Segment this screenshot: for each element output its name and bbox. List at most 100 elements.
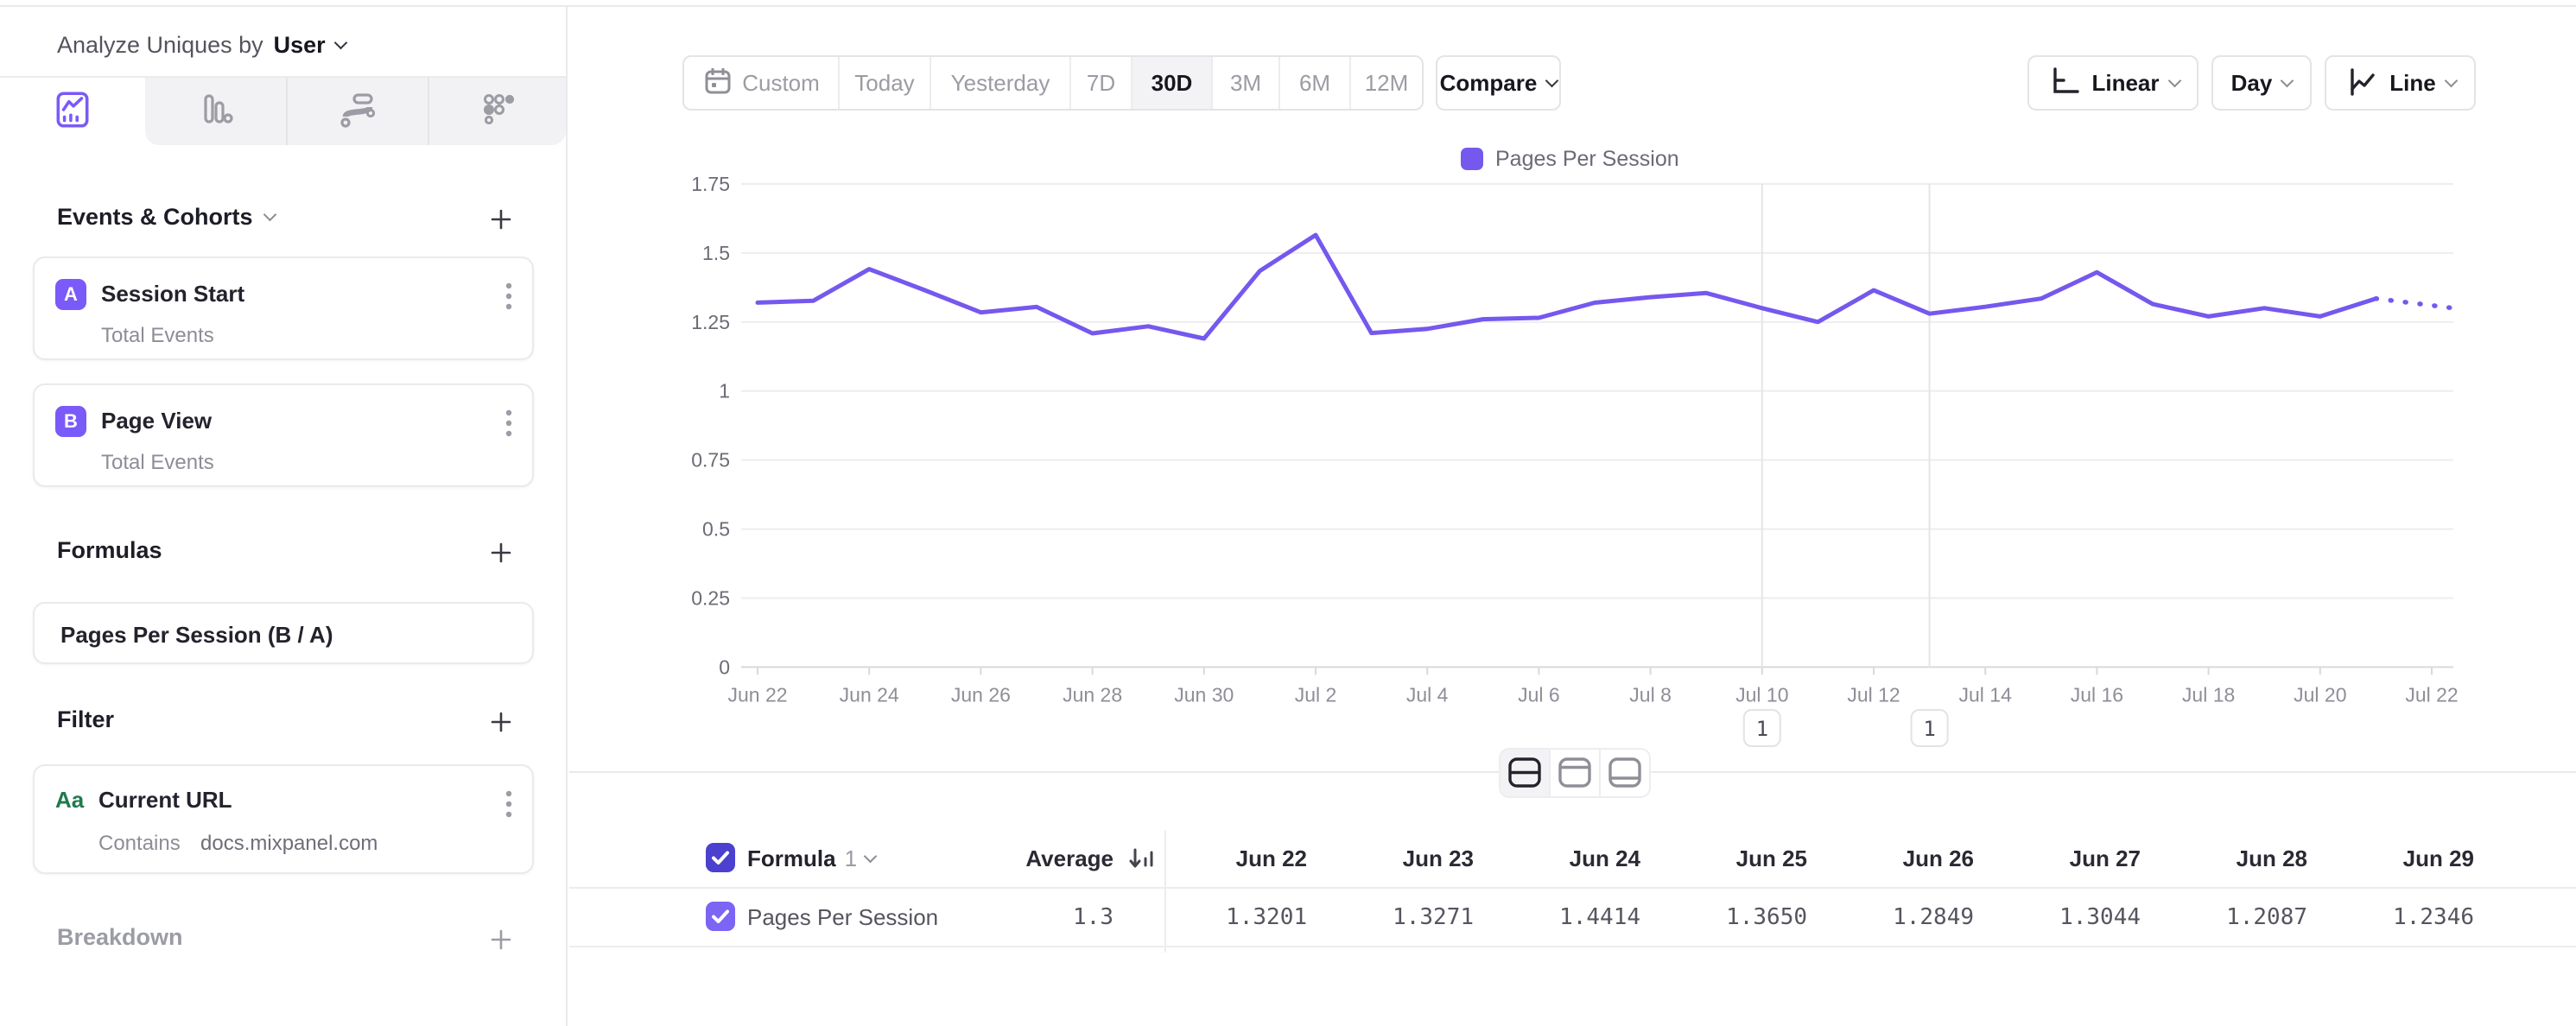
date-range-12m[interactable]: 12M [1349,57,1422,109]
line-chart[interactable]: 00.250.50.7511.251.51.75Jun 22Jun 24Jun … [569,173,2576,760]
tab-funnels[interactable] [145,78,287,145]
filter-value[interactable]: docs.mixpanel.com [200,832,378,856]
breakdown-section-header: Breakdown [57,924,183,951]
check-icon [706,902,735,931]
check-icon [706,843,735,872]
layout-table-only-button[interactable] [1599,750,1649,796]
scale-selector-button[interactable]: Linear [2027,55,2198,111]
date-range-yesterday[interactable]: Yesterday [930,57,1069,109]
kebab-menu-icon[interactable] [504,788,513,824]
date-range-custom[interactable]: Custom [684,57,838,109]
events-section-title: Events & Cohorts [57,204,253,231]
annotation-badge[interactable]: 1 [1912,710,1948,746]
svg-text:1: 1 [1923,717,1935,741]
table-column-header[interactable]: Jun 22 [1166,830,1333,887]
chart-type-selector-button[interactable]: Line [2325,55,2476,111]
table-column-header[interactable]: Jun 25 [1666,830,1833,887]
chevron-down-icon [2444,73,2458,87]
chevron-down-icon [2167,73,2181,87]
insights-line-chart-icon [52,89,93,135]
table-column-header[interactable]: Jun 28 [2167,830,2333,887]
table-column-header[interactable]: Jun 23 [1333,830,1500,887]
date-range-control: Custom Today Yesterday 7D 30D 3M 6M 12M [682,55,1424,111]
table-date-headers: Jun 22Jun 23Jun 24Jun 25Jun 26Jun 27Jun … [1166,830,2514,887]
event-card-session-start[interactable]: A Session Start Total Events [33,256,534,360]
formula-card[interactable]: Pages Per Session (B / A) [33,602,534,664]
svg-text:0.5: 0.5 [702,518,730,541]
date-range-30d-selected[interactable]: 30D [1131,57,1211,109]
counting-entity-value[interactable]: User [274,32,326,59]
chevron-down-icon [2281,73,2294,87]
table-column-header[interactable]: Jun 27 [2000,830,2167,887]
query-builder-sidebar: Analyze Uniques by User [0,7,568,1026]
filter-card-current-url[interactable]: Aa Current URL Contains docs.mixpanel.co… [33,764,534,874]
tab-retention[interactable] [428,78,570,145]
layout-chart-only-button[interactable] [1549,750,1599,796]
date-range-3m[interactable]: 3M [1211,57,1278,109]
add-event-button[interactable] [484,202,518,237]
average-column-header[interactable]: Average [880,830,1114,887]
chevron-down-icon [333,35,347,49]
event-measurement[interactable]: Total Events [101,451,214,475]
svg-text:Jul 2: Jul 2 [1295,683,1337,706]
add-formula-button[interactable] [484,535,518,570]
plus-icon [487,206,515,233]
interval-selector-button[interactable]: Day [2211,55,2312,111]
event-name[interactable]: Page View [101,408,212,434]
date-range-7d[interactable]: 7D [1069,57,1131,109]
plus-icon [487,708,515,736]
select-all-checkbox[interactable] [706,843,735,872]
analyze-uniques-control[interactable]: Analyze Uniques by User [57,26,346,64]
tab-flows[interactable] [287,78,428,145]
add-breakdown-button[interactable] [484,922,518,957]
event-card-page-view[interactable]: B Page View Total Events [33,383,534,487]
events-section-header[interactable]: Events & Cohorts [57,204,275,231]
event-name[interactable]: Session Start [101,281,244,307]
linear-axis-icon [2046,63,2081,104]
series-line-partial-dotted [2376,299,2453,308]
table-cell-value: 1.3650 [1666,889,1833,946]
svg-text:Jul 10: Jul 10 [1735,683,1788,706]
svg-text:1: 1 [719,380,730,402]
table-column-header[interactable]: Jun 29 [2333,830,2500,887]
insights-report-page: Analyze Uniques by User [0,0,2576,1026]
add-filter-button[interactable] [484,705,518,739]
svg-text:Jul 12: Jul 12 [1847,683,1900,706]
date-range-today[interactable]: Today [838,57,930,109]
row-average-value: 1.3 [880,889,1114,946]
svg-text:Jun 28: Jun 28 [1063,683,1122,706]
filter-operator[interactable]: Contains [98,832,181,856]
svg-text:Jul 6: Jul 6 [1518,683,1560,706]
formulas-section-header: Formulas [57,537,162,564]
svg-text:Jun 24: Jun 24 [840,683,899,706]
legend-label: Pages Per Session [1495,147,1679,172]
kebab-menu-icon[interactable] [504,281,513,316]
table-column-header[interactable]: Jun 24 [1500,830,1666,887]
chevron-down-icon [263,208,276,222]
svg-text:Jul 16: Jul 16 [2071,683,2123,706]
formula-expression[interactable]: Pages Per Session (B / A) [60,604,333,666]
tab-insights[interactable] [2,78,143,145]
line-chart-icon [2344,63,2379,104]
filter-property-name[interactable]: Current URL [98,787,232,814]
kebab-menu-icon[interactable] [504,408,513,443]
svg-text:0: 0 [719,656,730,678]
date-range-6m[interactable]: 6M [1278,57,1349,109]
table-cell-value: 1.2087 [2167,889,2333,946]
formulas-section-title: Formulas [57,537,162,564]
svg-text:Jun 22: Jun 22 [727,683,787,706]
table-row-left: Pages Per Session 1.3 [569,889,1164,946]
svg-text:1.25: 1.25 [691,311,730,333]
table-cell-value: 1.3271 [1333,889,1500,946]
layout-split-view-button[interactable] [1501,750,1549,796]
annotation-badge[interactable]: 1 [1744,710,1780,746]
svg-text:Jun 30: Jun 30 [1174,683,1234,706]
row-checkbox[interactable] [706,902,735,931]
sort-icon[interactable] [1126,845,1155,877]
compare-button[interactable]: Compare [1436,55,1561,111]
group-label: Formula [747,846,836,872]
table-group-selector[interactable]: Formula 1 [747,830,875,887]
legend-item-pages-per-session[interactable]: Pages Per Session [1461,143,1679,174]
table-column-header[interactable]: Jun 26 [1833,830,2000,887]
event-measurement[interactable]: Total Events [101,324,214,348]
